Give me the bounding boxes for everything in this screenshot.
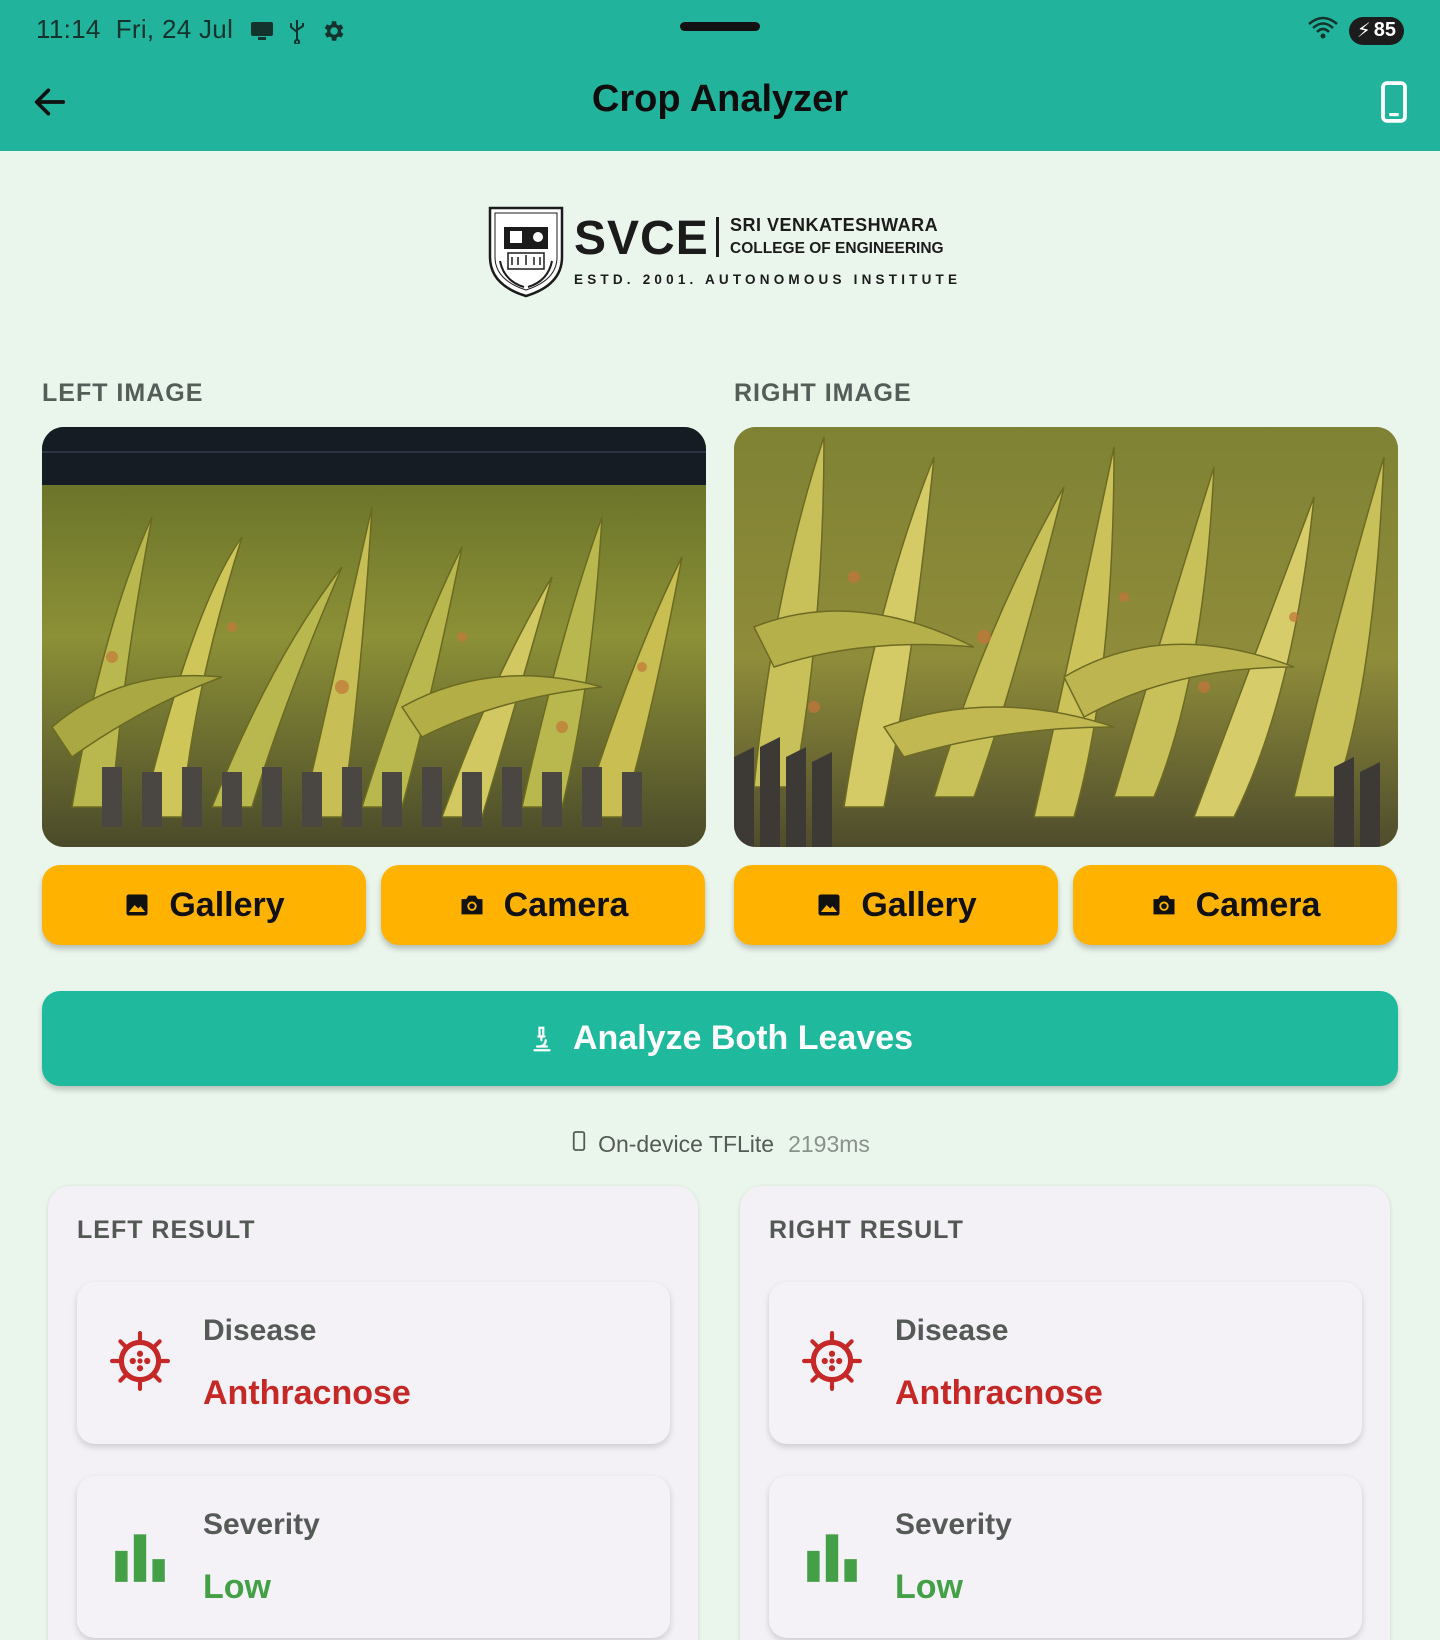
left-result-card: LEFT RESULT Disease Anthracnose Severity…	[48, 1186, 698, 1640]
right-result-card: RIGHT RESULT Disease Anthracnose Severit…	[740, 1186, 1390, 1640]
status-right: ⚡ 85	[1307, 16, 1404, 45]
virus-icon	[801, 1330, 863, 1392]
severity-value: Low	[895, 1568, 963, 1606]
disease-value: Anthracnose	[203, 1374, 411, 1412]
disease-value: Anthracnose	[895, 1374, 1103, 1412]
logo-abbreviation: SVCE	[574, 212, 709, 265]
college-logo: SVCE SRI VENKATESHWARA COLLEGE OF ENGINE…	[486, 205, 957, 300]
bar-chart-icon	[109, 1524, 171, 1586]
left-image-label: LEFT IMAGE	[42, 379, 204, 407]
charging-bolt-icon: ⚡	[1356, 20, 1371, 42]
cast-icon	[250, 20, 274, 42]
microscope-icon	[527, 1024, 557, 1054]
logo-tagline: ESTD. 2001. AUTONOMOUS INSTITUTE	[574, 272, 962, 287]
disease-label: Disease	[895, 1314, 1009, 1347]
usb-icon	[288, 18, 306, 44]
college-crest	[488, 206, 564, 298]
camera-icon	[1150, 891, 1178, 919]
camera-button-label: Camera	[1195, 885, 1321, 924]
left-camera-button[interactable]: Camera	[381, 865, 705, 945]
right-image-label: RIGHT IMAGE	[734, 379, 912, 407]
inference-engine-info: On-device TFLite 2193ms	[0, 1130, 1440, 1158]
disease-metric: Disease Anthracnose	[77, 1282, 670, 1444]
status-date: Fri, 24 Jul	[115, 14, 234, 44]
battery-level: 85	[1373, 19, 1396, 41]
status-time: 11:14 Fri, 24 Jul	[36, 14, 233, 45]
battery-indicator: ⚡ 85	[1348, 16, 1404, 45]
severity-label: Severity	[895, 1508, 1012, 1541]
analyze-button-label: Analyze Both Leaves	[572, 1019, 914, 1057]
status-icons	[250, 18, 346, 44]
engine-mode: On-device TFLite	[598, 1130, 775, 1157]
right-camera-button[interactable]: Camera	[1073, 865, 1397, 945]
right-leaf-photo	[734, 427, 1398, 847]
logo-divider	[716, 217, 719, 257]
image-icon	[815, 891, 843, 919]
left-result-title: LEFT RESULT	[77, 1216, 256, 1244]
logo-name-line2: COLLEGE OF ENGINEERING	[730, 240, 944, 257]
disease-metric: Disease Anthracnose	[769, 1282, 1362, 1444]
camera-button-label: Camera	[503, 885, 629, 924]
gallery-button-label: Gallery	[169, 885, 285, 924]
left-leaf-photo	[42, 427, 706, 847]
left-gallery-button[interactable]: Gallery	[42, 865, 366, 945]
virus-icon	[109, 1330, 171, 1392]
right-gallery-button[interactable]: Gallery	[734, 865, 1058, 945]
app-bar: 11:14 Fri, 24 Jul ⚡ 85 Crop Analyzer	[0, 0, 1440, 151]
severity-metric: Severity Low	[769, 1476, 1362, 1638]
image-icon	[123, 891, 151, 919]
gallery-button-label: Gallery	[861, 885, 977, 924]
logo-name-line1: SRI VENKATESHWARA	[730, 215, 939, 235]
disease-label: Disease	[203, 1314, 317, 1347]
phone-icon[interactable]	[1374, 80, 1414, 124]
phone-icon	[570, 1130, 588, 1158]
page-title: Crop Analyzer	[591, 78, 849, 120]
inference-time: 2193ms	[788, 1130, 870, 1157]
analyze-both-leaves-button[interactable]: Analyze Both Leaves	[42, 991, 1398, 1086]
severity-metric: Severity Low	[77, 1476, 670, 1638]
wifi-icon	[1307, 16, 1339, 45]
camera-icon	[458, 891, 486, 919]
status-handle	[680, 22, 760, 31]
severity-value: Low	[203, 1568, 271, 1606]
settings-gear-icon	[320, 18, 346, 44]
bar-chart-icon	[801, 1524, 863, 1586]
right-result-title: RIGHT RESULT	[769, 1216, 964, 1244]
status-clock: 11:14	[36, 14, 101, 44]
severity-label: Severity	[203, 1508, 320, 1541]
